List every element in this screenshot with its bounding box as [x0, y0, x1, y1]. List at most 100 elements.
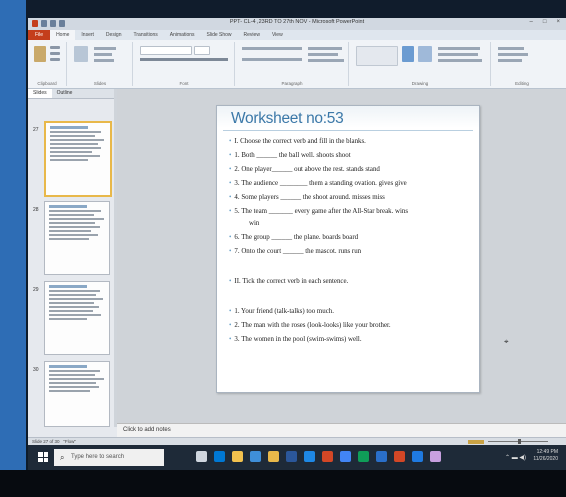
start-button-icon[interactable] — [38, 452, 48, 462]
group-label-editing: Editing — [515, 81, 529, 86]
clock-time: 12:49 PM — [536, 449, 558, 455]
new-slide-icon[interactable] — [74, 46, 88, 62]
close-button[interactable]: × — [556, 19, 560, 25]
ribbon-group-font: Font — [134, 42, 235, 86]
tab-review[interactable]: Review — [238, 32, 266, 38]
slide-line: 3. The audience ________ them a standing… — [229, 180, 406, 187]
tab-transitions[interactable]: Transitions — [128, 32, 164, 38]
slide-thumbnail[interactable] — [44, 281, 110, 355]
zoom-knob[interactable] — [518, 439, 521, 444]
slide-title[interactable]: Worksheet no:53 — [231, 110, 344, 128]
store-icon[interactable] — [250, 451, 261, 462]
tab-outline[interactable]: Outline — [52, 89, 78, 98]
maximize-button[interactable]: □ — [543, 19, 547, 25]
thumb-number: 27 — [33, 127, 39, 133]
ribbon: Clipboard Slides Font Paragraph Drawing … — [28, 40, 566, 89]
window-controls: – □ × — [530, 19, 560, 25]
zoom-slider[interactable] — [468, 439, 558, 444]
group-label-slides: Slides — [93, 81, 107, 86]
file-explorer-icon[interactable] — [232, 451, 243, 462]
minimize-button[interactable]: – — [530, 19, 533, 25]
paste-icon[interactable] — [34, 46, 46, 62]
slide-editing-area: Worksheet no:53 I. Choose the correct ve… — [117, 89, 566, 423]
tab-design[interactable]: Design — [100, 32, 128, 38]
edge-icon[interactable] — [214, 451, 225, 462]
slide-line: 1. Both ______ the ball well. shoots sho… — [229, 152, 350, 159]
ribbon-group-slides: Slides — [68, 42, 133, 86]
folder-icon[interactable] — [268, 451, 279, 462]
tab-slides[interactable]: Slides — [28, 89, 52, 98]
thumb-number: 29 — [33, 287, 39, 293]
format-painter-icon[interactable] — [50, 58, 60, 61]
tab-view[interactable]: View — [266, 32, 289, 38]
ribbon-tabs: File Home Insert Design Transitions Anim… — [28, 30, 566, 40]
quick-styles-icon[interactable] — [418, 46, 432, 62]
font-size-dropdown[interactable] — [194, 46, 210, 55]
window-title: PPT- CL-4 ,23RD TO 27th NOV - Microsoft … — [229, 19, 365, 25]
tab-file[interactable]: File — [28, 30, 51, 40]
app-icon-blue[interactable] — [304, 451, 315, 462]
copy-icon[interactable] — [50, 52, 60, 55]
powerpoint-window: PPT- CL-4 ,23RD TO 27th NOV - Microsoft … — [28, 18, 566, 470]
thumb-number: 28 — [33, 207, 39, 213]
view-buttons[interactable] — [468, 440, 484, 444]
taskbar-search-input[interactable]: ⌕ Type here to search — [54, 449, 164, 466]
slide-line: 3. The women in the pool (swim-swims) we… — [229, 336, 361, 343]
group-label-font: Font — [179, 81, 189, 86]
clock-date: 11/26/2020 — [533, 456, 558, 462]
slide-line: 1. Your friend (talk-talks) too much. — [229, 308, 334, 315]
arrange-icon[interactable] — [402, 46, 414, 62]
powerpoint-taskbar-icon[interactable] — [322, 451, 333, 462]
tab-insert[interactable]: Insert — [75, 32, 100, 38]
cut-icon[interactable] — [50, 46, 60, 49]
slide-canvas[interactable]: Worksheet no:53 I. Choose the correct ve… — [216, 105, 480, 393]
windows-taskbar: ⌕ Type here to search ⌃ ▬ ◀) 12:49 PM 11… — [28, 445, 566, 470]
ribbon-group-paragraph: Paragraph — [236, 42, 349, 86]
screen-left-border — [0, 0, 26, 497]
clock[interactable]: 12:49 PM 11/26/2020 — [533, 449, 558, 463]
slide-thumbnail-pane: Slides Outline 27 28 29 30 — [28, 89, 117, 427]
app-icon-blue-2[interactable] — [412, 451, 423, 462]
group-label-paragraph: Paragraph — [281, 81, 303, 86]
search-icon: ⌕ — [60, 453, 65, 462]
app-icon-green[interactable] — [358, 451, 369, 462]
slide-line: 2. One player______ out above the rest. … — [229, 166, 379, 173]
system-tray-icons[interactable]: ⌃ ▬ ◀) — [505, 454, 526, 461]
mouse-cursor-icon: ⌖ — [504, 337, 509, 346]
screen-top-border — [26, 0, 566, 20]
slide-line: 7. Onto the court ______ the mascot. run… — [229, 248, 361, 255]
ribbon-group-clipboard: Clipboard — [28, 42, 67, 86]
slide-thumbnail[interactable] — [44, 201, 110, 275]
app-icon-red[interactable] — [394, 451, 405, 462]
tab-home[interactable]: Home — [50, 30, 76, 40]
slide-line: II. Tick the correct verb in each senten… — [229, 278, 348, 285]
task-view-icon[interactable] — [196, 451, 207, 462]
thumb-number: 30 — [33, 367, 39, 373]
ribbon-group-editing: Editing — [492, 42, 552, 86]
notes-placeholder: Click to add notes — [123, 427, 171, 433]
slide-line: 6. The group ______ the plane. boards bo… — [229, 234, 358, 241]
search-placeholder: Type here to search — [71, 454, 125, 460]
slide-line: I. Choose the correct verb and fill in t… — [229, 138, 365, 145]
pane-tabs: Slides Outline — [28, 89, 116, 99]
notes-pane[interactable]: Click to add notes — [117, 423, 566, 438]
mail-icon[interactable] — [376, 451, 387, 462]
word-icon[interactable] — [286, 451, 297, 462]
slide-thumbnail[interactable] — [44, 361, 110, 427]
tab-animations[interactable]: Animations — [164, 32, 201, 38]
ribbon-group-drawing: Drawing — [350, 42, 491, 86]
chrome-icon[interactable] — [340, 451, 351, 462]
screen-bottom-border — [0, 470, 566, 497]
tab-slide-show[interactable]: Slide Show — [201, 32, 238, 38]
group-label-clipboard: Clipboard — [37, 81, 57, 86]
app-icon-purple[interactable] — [430, 451, 441, 462]
slide-counter: Slide 27 of 30 "Flow" — [32, 439, 76, 444]
slide-line: 4. Some players ______ the shoot around.… — [229, 194, 384, 201]
font-name-dropdown[interactable] — [140, 46, 192, 55]
group-label-drawing: Drawing — [411, 81, 429, 86]
shapes-gallery[interactable] — [356, 46, 398, 66]
slide-thumbnail[interactable] — [44, 121, 112, 197]
slide-line-continuation: win — [249, 220, 260, 227]
title-bar: PPT- CL-4 ,23RD TO 27th NOV - Microsoft … — [28, 18, 566, 30]
slide-line: 2. The man with the roses (look-looks) l… — [229, 322, 390, 329]
